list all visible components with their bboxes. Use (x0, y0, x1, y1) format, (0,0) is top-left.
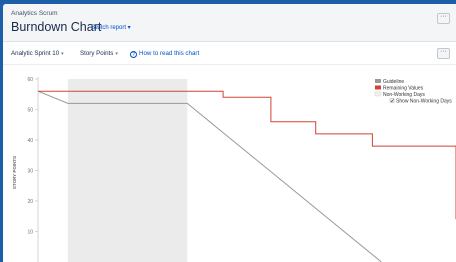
sprint-selector[interactable]: Analytic Sprint 10 ▾ (11, 50, 64, 57)
legend-swatch (374, 91, 382, 97)
legend-label: Guideline (383, 79, 404, 85)
legend-label: Non-Working Days (383, 92, 425, 98)
project-name: Analytics Scrum (11, 10, 58, 17)
burndown-chart: 10 20 30 40 50 60 STORY POINTS GuidelineRemain… (12, 77, 456, 262)
switch-report-label: Switch report (91, 25, 127, 31)
help-link-label: How to read this chart (139, 50, 200, 57)
y-tick-label: 20 (27, 199, 33, 205)
report-toolbar: Analytic Sprint 10 ▾ Story Points ▾ ? How t… (3, 43, 456, 65)
y-tick-label: 50 (27, 108, 33, 114)
switch-report-button[interactable]: Switch report ▾ (91, 24, 131, 31)
y-tick-label: 40 (27, 138, 33, 144)
y-axis-label: STORY POINTS (12, 156, 17, 189)
header-more-button[interactable]: ··· (437, 13, 450, 24)
non-working-days-band (67, 79, 188, 262)
legend-swatch (375, 79, 381, 83)
estimate-selector[interactable]: Story Points ▾ (80, 50, 118, 57)
legend-label: Remaining Values (383, 86, 424, 92)
legend-swatch (375, 85, 381, 90)
help-link[interactable]: ? How to read this chart (130, 50, 199, 58)
report-panel: Analytics Scrum Burndown Chart Switch re… (3, 4, 456, 262)
page-title: Burndown Chart (11, 20, 102, 34)
y-tick-label: 10 (27, 230, 33, 236)
chevron-down-icon: ▾ (115, 51, 118, 57)
y-tick-label: 30 (27, 169, 33, 175)
show-non-working-days-label: Show Non-Working Days (396, 98, 452, 104)
chevron-down-icon: ▾ (126, 25, 131, 31)
sprint-selector-label: Analytic Sprint 10 (11, 50, 60, 57)
estimate-selector-label: Story Points (80, 50, 114, 57)
chevron-down-icon: ▾ (61, 51, 64, 57)
report-header: Analytics Scrum Burndown Chart Switch re… (3, 4, 456, 42)
help-icon: ? (130, 51, 137, 58)
y-tick-label: 60 (27, 77, 33, 83)
toolbar-more-button[interactable]: ··· (437, 48, 450, 59)
